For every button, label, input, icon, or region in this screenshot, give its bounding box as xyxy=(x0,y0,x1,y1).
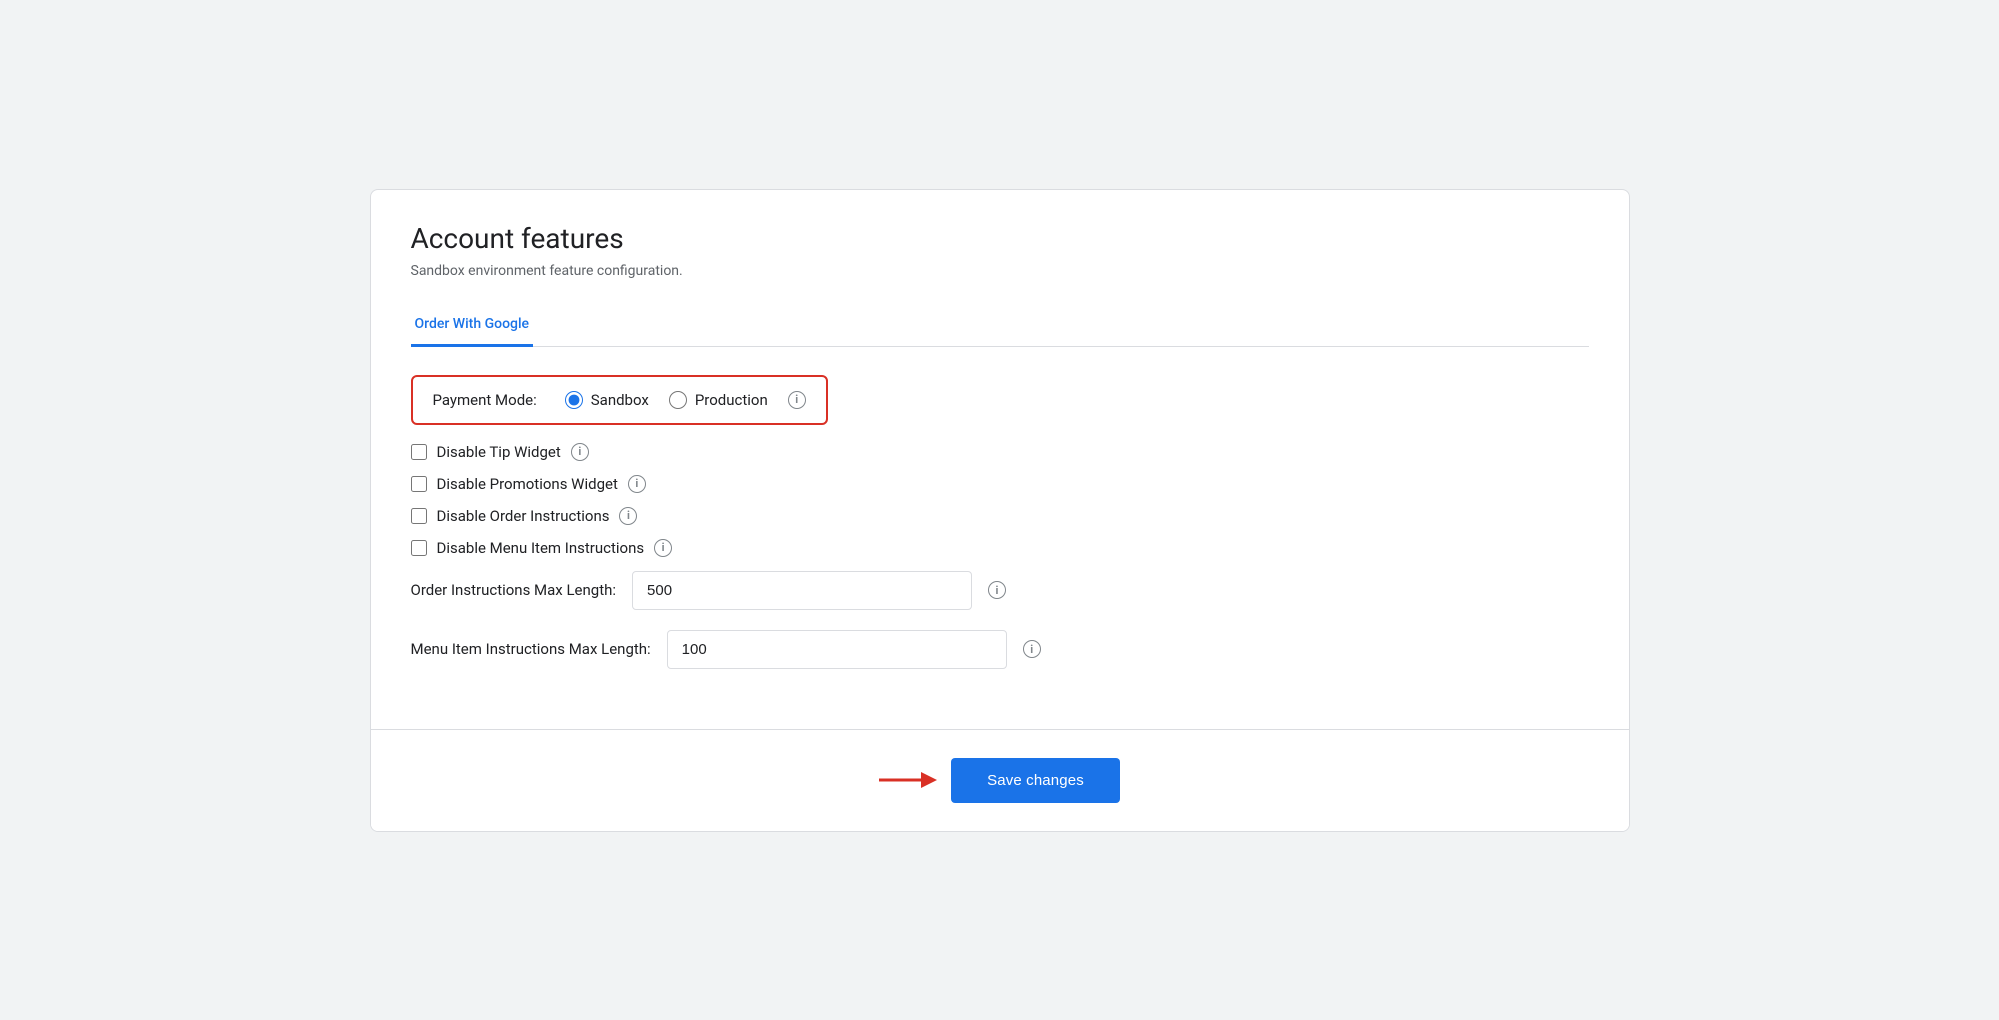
input-row-menu-item-instructions: Menu Item Instructions Max Length: i xyxy=(411,630,1589,669)
payment-mode-label: Payment Mode: xyxy=(433,391,537,409)
checkbox-disable-tip-widget-label: Disable Tip Widget xyxy=(437,443,561,461)
checkbox-disable-order-instructions: Disable Order Instructions i xyxy=(411,507,1589,525)
tab-order-with-google[interactable]: Order With Google xyxy=(411,304,534,347)
checkbox-disable-promotions-widget-label: Disable Promotions Widget xyxy=(437,475,618,493)
order-instructions-info-icon[interactable]: i xyxy=(988,581,1006,599)
payment-mode-info-icon[interactable]: i xyxy=(788,391,806,409)
checkbox-disable-promotions-widget: Disable Promotions Widget i xyxy=(411,475,1589,493)
checkbox-disable-order-instructions-label: Disable Order Instructions xyxy=(437,507,610,525)
radio-production-input[interactable] xyxy=(669,391,687,409)
radio-production-label: Production xyxy=(695,391,768,409)
form-section: Payment Mode: Sandbox Production i Disa xyxy=(411,375,1589,729)
radio-sandbox[interactable]: Sandbox xyxy=(565,391,649,409)
menu-item-instructions-max-length-label: Menu Item Instructions Max Length: xyxy=(411,640,651,658)
radio-sandbox-label: Sandbox xyxy=(591,391,649,409)
radio-production[interactable]: Production xyxy=(669,391,768,409)
menu-item-instructions-info-icon[interactable]: i xyxy=(1023,640,1041,658)
page-subtitle: Sandbox environment feature configuratio… xyxy=(411,263,1589,279)
card-body: Account features Sandbox environment fea… xyxy=(371,190,1629,729)
save-changes-button[interactable]: Save changes xyxy=(951,758,1120,803)
disable-order-instructions-info-icon[interactable]: i xyxy=(619,507,637,525)
checkbox-disable-order-instructions-input[interactable] xyxy=(411,508,427,524)
disable-promotions-widget-info-icon[interactable]: i xyxy=(628,475,646,493)
page-title: Account features xyxy=(411,222,1589,255)
order-instructions-max-length-input[interactable] xyxy=(632,571,972,610)
checkbox-disable-tip-widget-input[interactable] xyxy=(411,444,427,460)
footer-cta-area: Save changes xyxy=(879,758,1120,803)
radio-group-payment-mode: Sandbox Production i xyxy=(565,391,806,409)
checkbox-disable-tip-widget: Disable Tip Widget i xyxy=(411,443,1589,461)
checkbox-disable-menu-item-instructions-input[interactable] xyxy=(411,540,427,556)
tab-bar: Order With Google xyxy=(411,303,1589,347)
menu-item-instructions-max-length-input[interactable] xyxy=(667,630,1007,669)
input-row-order-instructions: Order Instructions Max Length: i xyxy=(411,571,1589,610)
disable-tip-widget-info-icon[interactable]: i xyxy=(571,443,589,461)
radio-sandbox-input[interactable] xyxy=(565,391,583,409)
order-instructions-max-length-label: Order Instructions Max Length: xyxy=(411,581,617,599)
card-footer: Save changes xyxy=(371,729,1629,831)
checkbox-disable-menu-item-instructions: Disable Menu Item Instructions i xyxy=(411,539,1589,557)
checkbox-disable-promotions-widget-input[interactable] xyxy=(411,476,427,492)
payment-mode-row: Payment Mode: Sandbox Production i xyxy=(411,375,828,425)
disable-menu-item-instructions-info-icon[interactable]: i xyxy=(654,539,672,557)
account-features-card: Account features Sandbox environment fea… xyxy=(370,189,1630,832)
arrow-indicator xyxy=(879,766,939,794)
checkbox-disable-menu-item-instructions-label: Disable Menu Item Instructions xyxy=(437,539,645,557)
